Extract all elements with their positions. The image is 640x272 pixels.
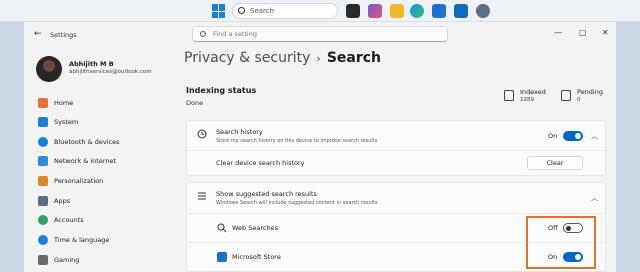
page-title: Search xyxy=(326,50,382,66)
taskbar-search-box[interactable]: Search xyxy=(232,3,338,19)
profile-email: abhijithservices@outlook.com xyxy=(69,69,152,75)
windows-start-icon[interactable] xyxy=(212,4,226,18)
search-icon xyxy=(238,7,245,14)
store-icon xyxy=(217,252,227,262)
sidebar-item-label: Bluetooth & devices xyxy=(54,138,120,146)
suggested-description: Windows Search will include suggested co… xyxy=(216,200,378,206)
breadcrumb-separator: › xyxy=(316,52,321,65)
maximize-button[interactable]: ▢ xyxy=(579,28,587,37)
chevron-up-icon[interactable]: ︿ xyxy=(591,193,598,203)
terminal-icon[interactable] xyxy=(346,4,360,18)
bluetooth-icon xyxy=(38,137,48,147)
avatar[interactable] xyxy=(36,56,62,82)
history-icon xyxy=(197,129,207,139)
search-history-description: Store my search history on this device t… xyxy=(216,138,378,144)
list-icon xyxy=(198,192,206,200)
store-icon[interactable] xyxy=(432,4,446,18)
search-history-state: On xyxy=(548,132,558,140)
system-icon xyxy=(38,117,48,127)
chevron-up-icon[interactable]: ︿ xyxy=(591,131,598,141)
window-title: Settings xyxy=(50,31,77,39)
sidebar-item-label: Network & internet xyxy=(54,157,117,165)
sidebar-item-network[interactable]: Network & internet xyxy=(36,153,176,169)
clear-history-label: Clear device search history xyxy=(216,159,305,167)
outlook-icon[interactable] xyxy=(454,4,468,18)
sidebar-item-gaming[interactable]: Gaming xyxy=(36,252,176,268)
find-setting-placeholder: Find a setting xyxy=(213,30,257,38)
indexing-status-title: Indexing status xyxy=(186,86,257,95)
pending-icon xyxy=(561,90,571,101)
highlight-box xyxy=(526,216,596,269)
pending-label: Pending xyxy=(577,88,603,96)
sidebar-item-label: Gaming xyxy=(54,256,80,264)
taskbar-search-placeholder: Search xyxy=(250,7,275,15)
sidebar-item-system[interactable]: System xyxy=(36,114,176,130)
apps-icon xyxy=(38,196,48,206)
breadcrumb: Privacy & security › Search xyxy=(184,50,381,66)
suggested-title: Show suggested search results xyxy=(216,190,317,198)
minimize-button[interactable]: — xyxy=(554,28,562,37)
sidebar-item-label: Personalization xyxy=(54,177,104,185)
indexed-count: 1289 xyxy=(520,97,534,103)
accounts-icon xyxy=(38,215,48,225)
settings-window: ← Settings Find a setting — ▢ ✕ Abhijith… xyxy=(24,22,616,272)
clear-button[interactable]: Clear xyxy=(527,156,583,170)
search-icon xyxy=(200,30,206,37)
indexed-label: Indexed xyxy=(520,88,546,96)
microsoft-store-label: Microsoft Store xyxy=(232,253,281,261)
globe-clock-icon xyxy=(38,235,48,245)
pending-count: 0 xyxy=(577,97,581,103)
indexing-status-value: Done xyxy=(186,99,204,107)
web-searches-label: Web Searches xyxy=(232,224,278,232)
search-icon xyxy=(217,223,227,233)
close-button[interactable]: ✕ xyxy=(602,28,609,37)
brush-icon xyxy=(38,176,48,186)
sidebar-item-bluetooth[interactable]: Bluetooth & devices xyxy=(36,134,176,150)
file-explorer-icon[interactable] xyxy=(390,4,404,18)
sidebar-item-personalization[interactable]: Personalization xyxy=(36,173,176,189)
sidebar-item-label: System xyxy=(54,118,79,126)
indexed-icon xyxy=(504,90,514,101)
taskbar: Search xyxy=(0,0,640,22)
sidebar-item-label: Apps xyxy=(54,197,71,205)
copilot-icon[interactable] xyxy=(368,4,382,18)
sidebar-item-time-language[interactable]: Time & language xyxy=(36,232,176,248)
sidebar-item-home[interactable]: Home xyxy=(36,95,176,111)
divider xyxy=(187,213,607,214)
gaming-icon xyxy=(38,255,48,265)
sidebar-item-label: Accounts xyxy=(54,216,84,224)
sidebar-item-label: Home xyxy=(54,99,74,107)
divider xyxy=(187,150,607,151)
sidebar-item-label: Time & language xyxy=(54,236,110,244)
back-arrow-icon[interactable]: ← xyxy=(34,29,42,39)
settings-app-icon[interactable] xyxy=(476,4,490,18)
find-setting-input[interactable]: Find a setting xyxy=(192,26,448,42)
search-history-card: Search history Store my search history o… xyxy=(186,120,607,176)
sidebar-item-apps[interactable]: Apps xyxy=(36,193,176,209)
search-history-title: Search history xyxy=(216,128,263,136)
edge-icon[interactable] xyxy=(410,4,424,18)
profile-name: Abhijith M B xyxy=(69,60,114,68)
breadcrumb-parent[interactable]: Privacy & security xyxy=(184,50,310,66)
search-history-toggle[interactable] xyxy=(563,131,583,141)
home-icon xyxy=(38,98,48,108)
sidebar-item-accounts[interactable]: Accounts xyxy=(36,212,176,228)
wifi-icon xyxy=(38,156,48,166)
